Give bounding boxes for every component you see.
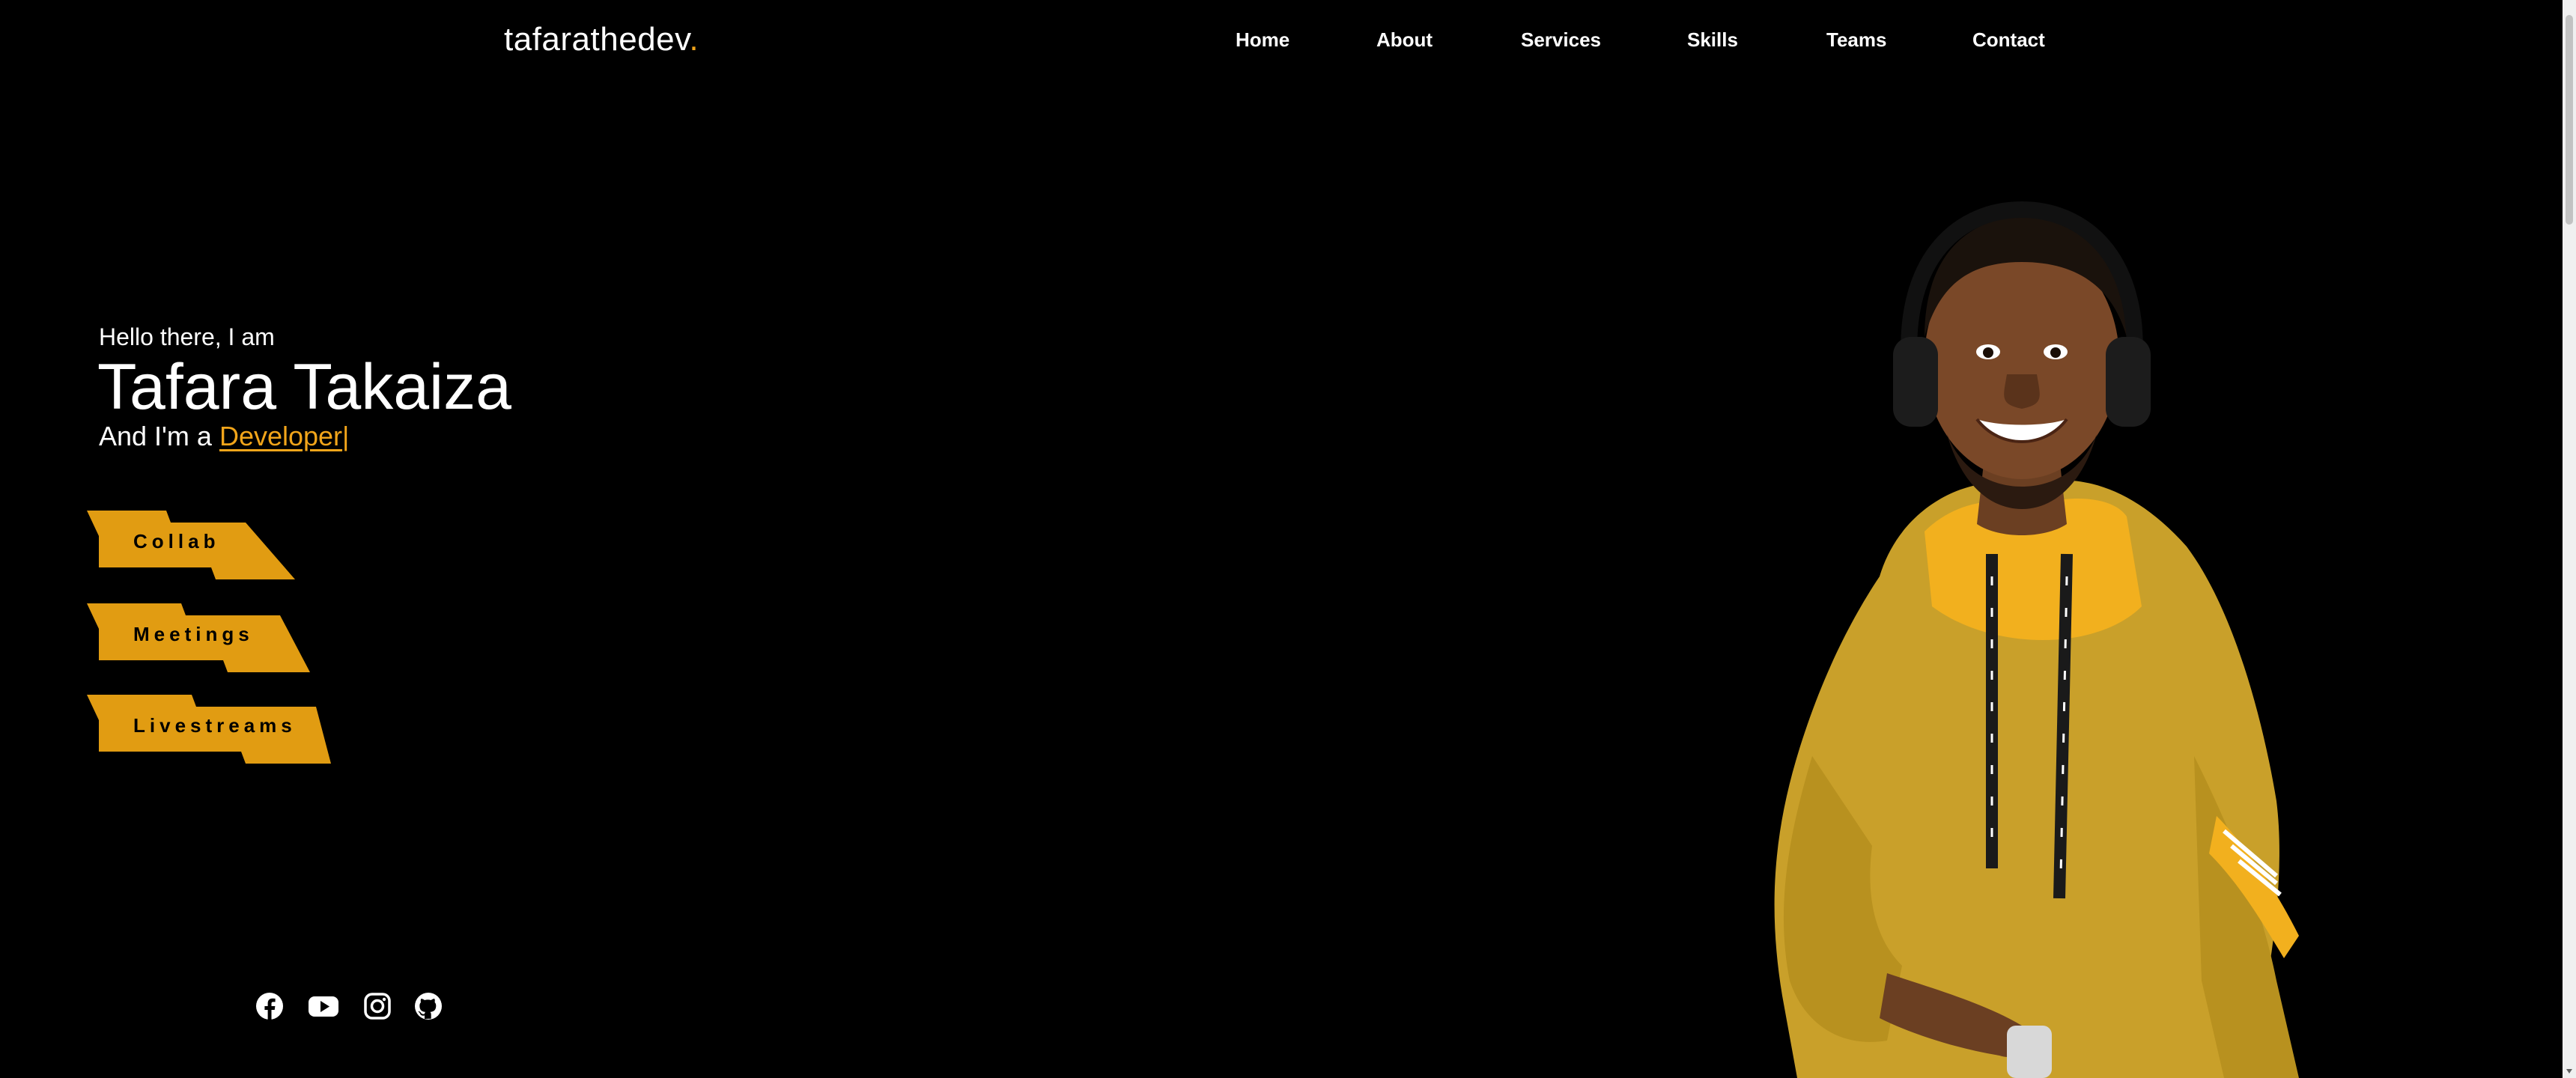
hero-greeting: Hello there, I am <box>99 323 275 350</box>
youtube-icon[interactable] <box>307 990 340 1023</box>
page: tafarathedev. Home About Services Skills… <box>0 0 2576 1078</box>
nav-services[interactable]: Services <box>1521 28 1601 52</box>
collab-button[interactable]: Collab <box>87 511 297 579</box>
instagram-icon[interactable] <box>361 990 394 1023</box>
hero-role-line: And I'm a Developer| <box>99 421 349 452</box>
nav-about[interactable]: About <box>1376 28 1433 52</box>
facebook-icon[interactable] <box>253 990 286 1023</box>
scrollbar-thumb[interactable] <box>2566 15 2573 225</box>
role-typed-text: Developer <box>219 421 343 451</box>
nav-home[interactable]: Home <box>1236 28 1289 52</box>
github-icon[interactable] <box>412 990 445 1023</box>
main-nav: Home About Services Skills Teams Contact <box>0 28 2576 58</box>
meetings-button[interactable]: Meetings <box>87 603 312 672</box>
nav-skills[interactable]: Skills <box>1687 28 1738 52</box>
nav-teams[interactable]: Teams <box>1826 28 1886 52</box>
livestreams-button-label: Livestreams <box>133 714 297 737</box>
livestreams-button[interactable]: Livestreams <box>87 695 334 764</box>
typing-cursor: | <box>342 421 350 451</box>
profile-photo <box>1774 201 2299 1078</box>
meetings-button-label: Meetings <box>133 623 254 645</box>
role-prefix: And I'm a <box>99 421 219 451</box>
nav-contact[interactable]: Contact <box>1972 28 2045 52</box>
page-scrollbar[interactable] <box>2563 0 2576 1078</box>
collab-button-label: Collab <box>133 530 220 552</box>
hero-name: Tafara Takaiza <box>97 351 511 423</box>
scroll-down-arrow-icon[interactable] <box>2566 1069 2572 1074</box>
